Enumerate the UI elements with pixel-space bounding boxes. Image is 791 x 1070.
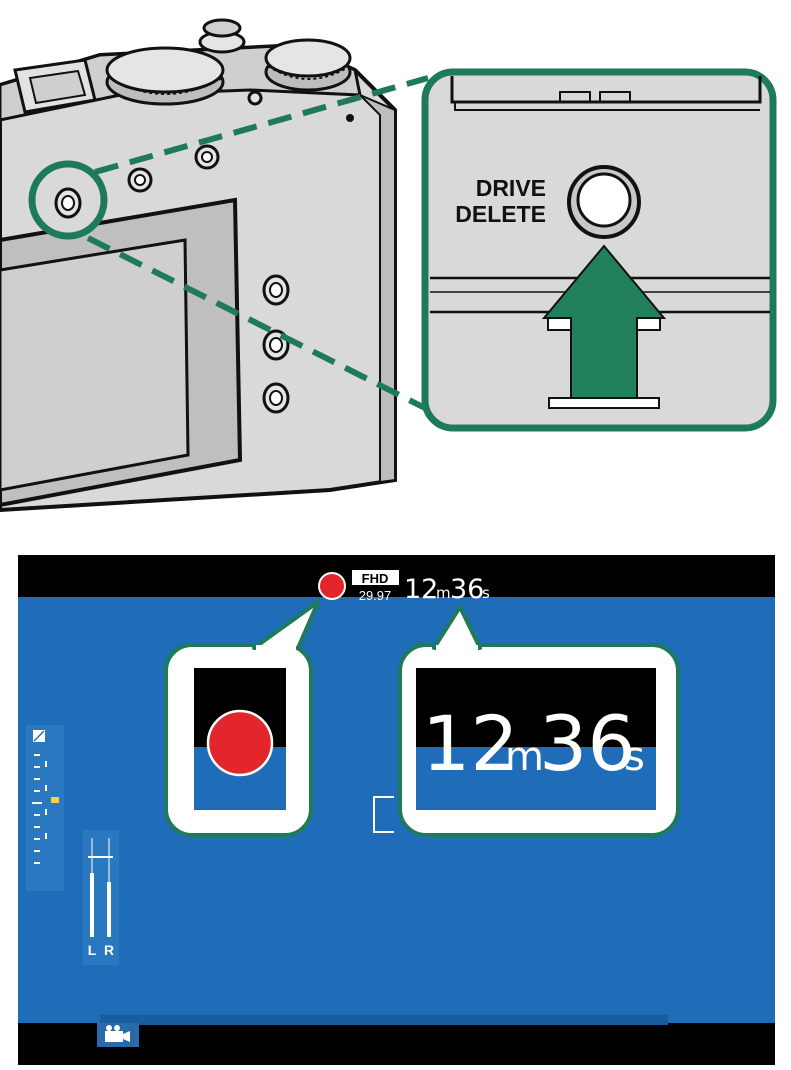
zoom-inset: DRIVE DELETE <box>421 68 777 432</box>
button-label-delete: DELETE <box>455 201 546 227</box>
format-badge-text: FHD <box>362 571 389 586</box>
exposure-compensation-dial <box>264 38 352 92</box>
monitor-display-svg: FHD 29.97 12 m 36 s L R 12 m 36 s <box>18 555 775 1065</box>
audio-channel-left: L <box>88 942 97 958</box>
audio-level-meter: L R <box>83 830 119 965</box>
center-dial <box>198 18 246 54</box>
shutter-speed-dial <box>105 46 225 106</box>
bottom-info-bar <box>100 1015 668 1025</box>
lcd-monitor <box>0 197 243 508</box>
button-label-drive: DRIVE <box>476 175 546 201</box>
camera-back-svg: DRIVE DELETE <box>0 18 777 513</box>
record-indicator-large-icon <box>206 709 274 777</box>
exposure-indicator <box>51 797 59 803</box>
drive-delete-button-highlight <box>28 160 108 240</box>
exposure-compensation-scale <box>26 725 64 891</box>
time-seconds-small: 36 <box>450 574 484 605</box>
audio-channel-right: R <box>104 942 114 958</box>
time-minutes-unit-small: m <box>436 584 451 602</box>
time-seconds-unit-large: s <box>624 734 645 780</box>
time-seconds-large: 36 <box>539 699 636 788</box>
record-indicator-icon <box>318 572 346 600</box>
monitor-display: FHD 29.97 12 m 36 s L R 12 m 36 s <box>18 555 775 1065</box>
side-buttons <box>262 274 290 414</box>
time-minutes-small: 12 <box>404 574 438 605</box>
time-seconds-unit-small: s <box>482 584 490 602</box>
camera-illustration: DRIVE DELETE <box>0 0 791 520</box>
frame-rate-text: 29.97 <box>359 588 392 603</box>
